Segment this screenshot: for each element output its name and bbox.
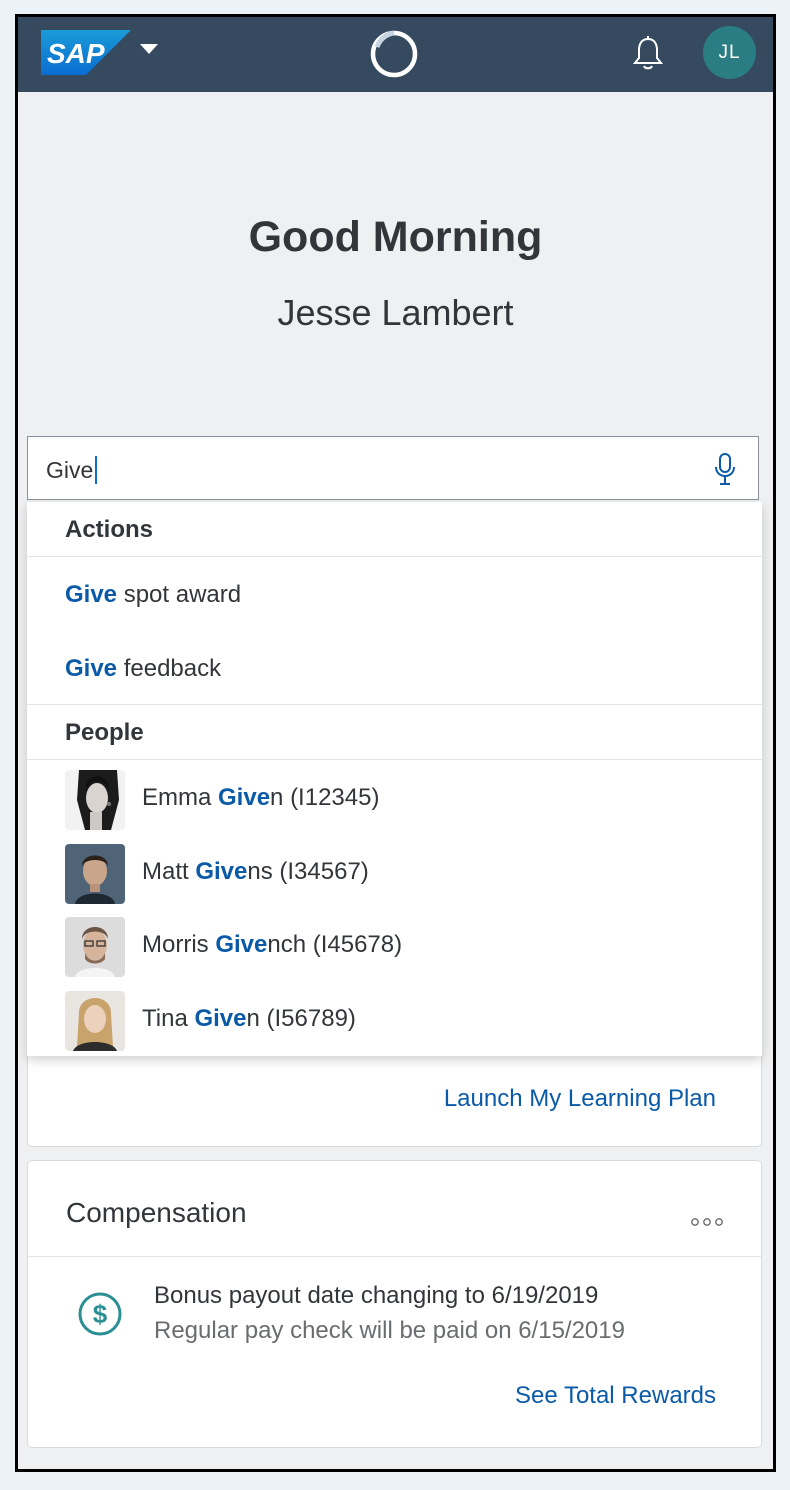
match-highlight: Give (218, 784, 271, 811)
person-item[interactable]: Morris Givench (I45678) (65, 917, 745, 977)
person-photo (65, 844, 125, 904)
sap-logo[interactable]: SAP (41, 30, 131, 75)
shell-bar: SAP JL (18, 17, 773, 92)
person-item[interactable]: Matt Givens (I34567) (65, 844, 745, 904)
divider (28, 1256, 761, 1257)
action-item-label: feedback (117, 655, 222, 682)
compensation-card: Compensation $ Bonus payout date changin… (27, 1160, 762, 1448)
match-highlight: Give (194, 1005, 247, 1032)
search-value-text: Give (46, 457, 94, 483)
divider (27, 759, 762, 760)
person-label: Matt Givens (I34567) (142, 858, 369, 886)
person-rest: n (I12345) (270, 784, 380, 811)
dollar-icon: $ (78, 1292, 122, 1336)
bell-icon[interactable] (632, 35, 664, 71)
match-highlight: Give (195, 858, 248, 885)
more-icon[interactable] (690, 1217, 724, 1227)
group-header-people: People (65, 719, 144, 746)
see-total-rewards-link[interactable]: See Total Rewards (515, 1382, 716, 1410)
person-first-name: Morris (142, 931, 216, 958)
divider (27, 556, 762, 557)
person-photo (65, 917, 125, 977)
person-rest: nch (I45678) (267, 931, 403, 958)
compensation-subtext: Regular pay check will be paid on 6/15/2… (154, 1317, 625, 1344)
match-highlight: Give (65, 581, 118, 608)
action-item[interactable]: Give spot award (65, 581, 241, 609)
divider (27, 704, 762, 705)
phone-frame: SAP JL Good Morning Jesse Lambert Give A… (15, 14, 776, 1472)
person-label: Emma Given (I12345) (142, 784, 379, 812)
avatar[interactable]: JL (703, 26, 756, 79)
person-rest: ns (I34567) (247, 858, 369, 885)
user-name: Jesse Lambert (277, 292, 514, 333)
person-first-name: Tina (142, 1005, 195, 1032)
svg-text:$: $ (93, 1299, 108, 1329)
greeting-title: Good Morning (248, 213, 543, 261)
action-item[interactable]: Give feedback (65, 655, 221, 683)
search-input[interactable]: Give (27, 436, 759, 500)
person-photo (65, 770, 125, 830)
action-item-label: spot award (117, 581, 242, 608)
person-photo (65, 991, 125, 1051)
card-title: Compensation (66, 1197, 247, 1228)
copilot-icon[interactable] (367, 27, 421, 81)
search-value: Give (46, 456, 98, 484)
person-item[interactable]: Tina Given (I56789) (65, 991, 745, 1051)
person-label: Morris Givench (I45678) (142, 931, 402, 959)
search-suggestions: Actions Give spot award Give feedback Pe… (27, 502, 762, 1056)
person-item[interactable]: Emma Given (I12345) (65, 770, 745, 830)
group-header-actions: Actions (65, 516, 154, 543)
launch-learning-plan-link[interactable]: Launch My Learning Plan (444, 1085, 716, 1113)
match-highlight: Give (215, 931, 268, 958)
svg-text:SAP: SAP (47, 38, 105, 69)
microphone-icon[interactable] (712, 451, 738, 487)
person-first-name: Matt (142, 858, 196, 885)
person-rest: n (I56789) (246, 1005, 356, 1032)
match-highlight: Give (65, 655, 118, 682)
text-cursor (95, 456, 98, 484)
compensation-message: Bonus payout date changing to 6/19/2019 (154, 1282, 599, 1309)
person-label: Tina Given (I56789) (142, 1005, 356, 1033)
avatar-initials: JL (718, 41, 741, 63)
person-first-name: Emma (142, 784, 219, 811)
chevron-down-icon[interactable] (140, 44, 158, 54)
